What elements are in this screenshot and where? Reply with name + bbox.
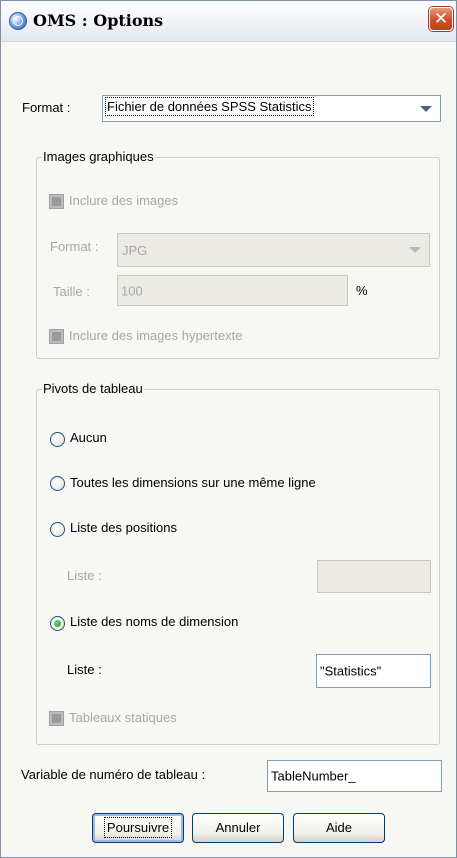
window-title: OMS : Options <box>33 11 164 30</box>
image-format-label: Format : <box>50 239 99 254</box>
include-images-checkbox[interactable] <box>49 194 64 209</box>
close-button[interactable]: ✕ <box>429 7 453 31</box>
image-format-value: JPG <box>122 243 148 258</box>
table-number-input[interactable]: TableNumber_ <box>267 760 442 792</box>
image-format-select[interactable]: JPG <box>117 233 430 267</box>
help-button[interactable]: Aide <box>293 813 385 843</box>
radio-position-list[interactable] <box>50 522 65 537</box>
cancel-button-label: Annuler <box>215 820 261 835</box>
include-hypertext-label: Inclure des images hypertexte <box>69 328 243 343</box>
radio-dimension-names-label: Liste des noms de dimension <box>70 614 239 629</box>
image-size-value: 100 <box>121 283 143 298</box>
static-tables-checkbox[interactable] <box>49 711 64 726</box>
continue-button-label: Poursuivre <box>103 817 173 838</box>
continue-button[interactable]: Poursuivre <box>92 813 184 843</box>
images-group-legend: Images graphiques <box>42 149 155 164</box>
format-select-value: Fichier de données SPSS Statistics <box>105 97 314 116</box>
image-size-label: Taille : <box>53 284 90 299</box>
static-tables-label: Tableaux statiques <box>69 710 177 725</box>
positions-list-input[interactable] <box>317 560 431 593</box>
table-number-label: Variable de numéro de tableau : <box>21 767 206 782</box>
names-list-input[interactable]: "Statistics" <box>316 654 431 688</box>
spss-app-icon <box>9 12 27 30</box>
include-hypertext-checkbox[interactable] <box>49 329 64 344</box>
image-size-unit: % <box>356 283 368 298</box>
help-button-label: Aide <box>325 820 353 835</box>
cancel-button[interactable]: Annuler <box>192 813 284 843</box>
oms-options-dialog: OMS : Options ✕ Format : Fichier de donn… <box>0 0 457 858</box>
include-images-label: Inclure des images <box>69 193 179 208</box>
close-icon: ✕ <box>433 9 449 29</box>
positions-list-label: Liste : <box>67 568 102 583</box>
title-bar[interactable]: OMS : Options ✕ <box>1 1 456 42</box>
chevron-down-icon <box>409 247 421 253</box>
image-size-input[interactable]: 100 <box>117 275 348 306</box>
names-list-label: Liste : <box>67 662 102 677</box>
pivot-group-legend: Pivots de tableau <box>42 381 144 396</box>
radio-dimension-names[interactable] <box>50 616 65 631</box>
radio-none-label: Aucun <box>70 430 107 445</box>
format-select[interactable]: Fichier de données SPSS Statistics <box>102 95 441 122</box>
table-number-value: TableNumber_ <box>271 768 356 784</box>
radio-all-dimensions[interactable] <box>50 476 65 491</box>
radio-position-list-label: Liste des positions <box>70 520 177 535</box>
format-label: Format : <box>22 100 71 115</box>
chevron-down-icon <box>420 105 432 112</box>
names-list-value: "Statistics" <box>320 663 382 679</box>
radio-all-dimensions-label: Toutes les dimensions sur une même ligne <box>70 475 316 490</box>
radio-none[interactable] <box>50 432 65 447</box>
